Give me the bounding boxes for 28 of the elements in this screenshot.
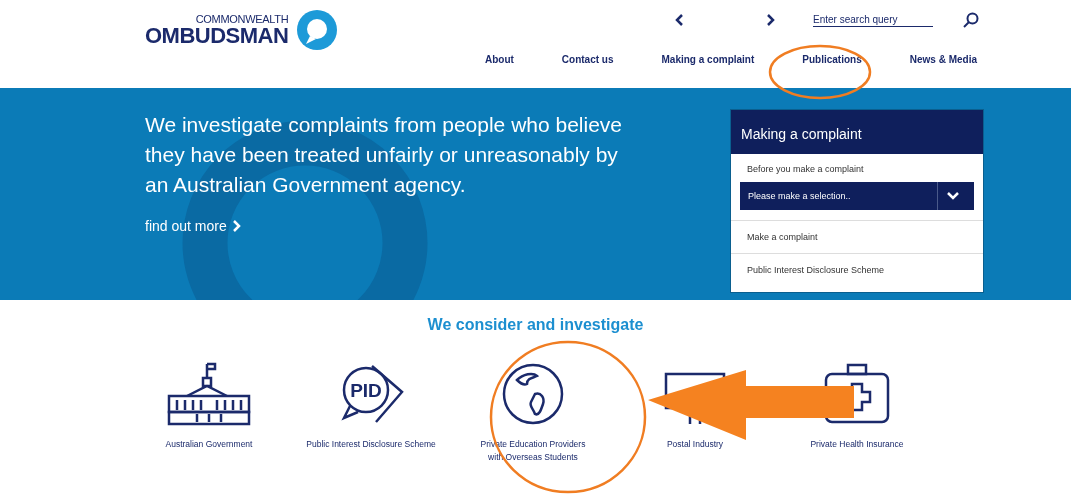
hero-heading: We investigate complaints from people who believe they have been treated unfairly or unreasonably by an Australian Government agency. (145, 112, 623, 198)
logo-title: OMBUDSMAN (145, 24, 289, 47)
speech-bubble-logo-icon (296, 9, 339, 51)
find-out-more-link[interactable]: find out more (145, 218, 623, 234)
chevron-down-icon (947, 192, 959, 200)
category-link[interactable]: Public Interest Disclosure Scheme (306, 438, 436, 451)
nav-link[interactable]: News & Media (909, 54, 977, 65)
nav-link[interactable]: Making a complaint (661, 54, 755, 65)
panel-title: Making a complaint (731, 110, 983, 154)
next-button[interactable] (767, 14, 775, 26)
category-link[interactable]: Australian Government (165, 438, 253, 451)
category-link[interactable]: Postal Industry (666, 438, 724, 451)
chevron-right-icon (232, 220, 241, 232)
select-label: Before you make a complaint (746, 163, 865, 176)
panel-link[interactable]: Make a complaint (731, 220, 983, 253)
search-field[interactable]: Enter search query (813, 13, 933, 27)
search-icon[interactable] (963, 12, 979, 28)
logo-subtitle: COMMONWEALTH (195, 13, 289, 25)
nav-link[interactable]: Publications (802, 54, 862, 65)
nav-link[interactable]: Contact us (561, 54, 614, 65)
parliament-house-icon (167, 362, 251, 426)
panel-link[interactable]: Public Interest Disclosure Scheme (731, 253, 983, 286)
complaint-select[interactable]: Please make a selection.. (740, 182, 974, 210)
globe-icon (501, 362, 565, 426)
previous-button[interactable] (675, 14, 683, 26)
section-heading: We consider and investigate (426, 316, 645, 334)
nav-link[interactable]: About (484, 54, 514, 65)
category-link[interactable]: Private Health Insurance (810, 438, 904, 451)
